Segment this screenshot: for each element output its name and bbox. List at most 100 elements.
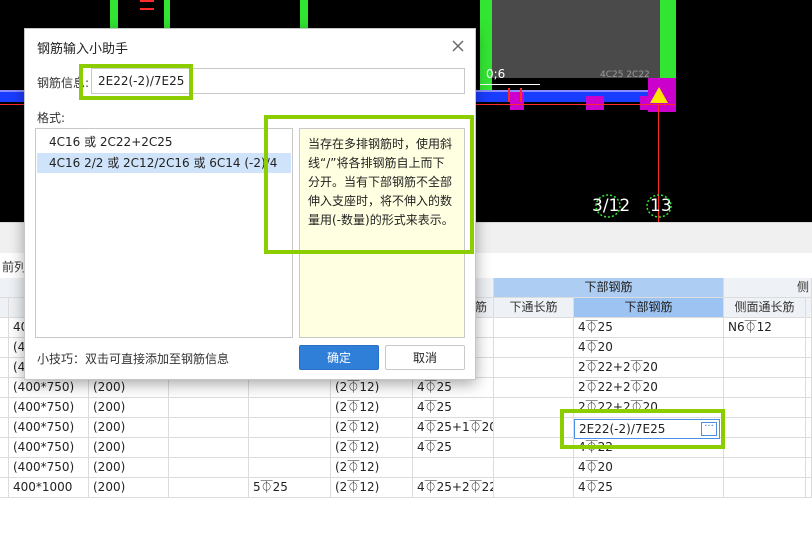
- table-cell[interactable]: (400*750): [9, 458, 89, 478]
- table-cell[interactable]: (400*750): [9, 438, 89, 458]
- table-cell[interactable]: [0, 358, 9, 378]
- close-icon[interactable]: [449, 37, 467, 55]
- table-cell[interactable]: [724, 398, 806, 418]
- table-cell[interactable]: [806, 338, 812, 358]
- table-cell[interactable]: (200): [89, 438, 169, 458]
- table-cell[interactable]: (200): [89, 398, 169, 418]
- table-cell[interactable]: [0, 418, 9, 438]
- table-cell[interactable]: (200): [89, 418, 169, 438]
- ok-button[interactable]: 确定: [299, 345, 379, 370]
- table-cell[interactable]: 4⏁20: [574, 458, 724, 478]
- table-cell[interactable]: [169, 438, 249, 458]
- table-cell[interactable]: N6⏁12: [724, 318, 806, 338]
- table-cell[interactable]: [724, 378, 806, 398]
- table-cell[interactable]: 4⏁25: [574, 318, 724, 338]
- table-cell[interactable]: [249, 398, 331, 418]
- table-cell[interactable]: (200): [89, 378, 169, 398]
- table-cell[interactable]: (2⏁12): [331, 418, 413, 438]
- cad-column-marks: [140, 0, 154, 10]
- table-cell[interactable]: [169, 418, 249, 438]
- format-item[interactable]: 4C16 或 2C22+2C25: [37, 132, 291, 152]
- table-cell[interactable]: (2⏁12): [331, 378, 413, 398]
- table-cell[interactable]: [169, 458, 249, 478]
- table-row[interactable]: (400*750) (200) (2⏁12) 4⏁20: [0, 458, 812, 478]
- table-cell[interactable]: 4⏁25: [413, 378, 494, 398]
- more-options-button[interactable]: ···: [701, 422, 717, 436]
- rebar-cell-editor-text[interactable]: 2E22(-2)/7E25: [579, 422, 665, 436]
- table-cell[interactable]: [494, 318, 574, 338]
- table-cell[interactable]: [806, 358, 812, 378]
- table-cell[interactable]: [0, 398, 9, 418]
- table-cell[interactable]: [806, 398, 812, 418]
- cad-support: [586, 96, 604, 110]
- table-cell[interactable]: 4⏁25: [413, 398, 494, 418]
- table-cell[interactable]: [494, 398, 574, 418]
- table-cell[interactable]: [494, 418, 574, 438]
- table-cell[interactable]: [249, 438, 331, 458]
- table-cell[interactable]: (200): [89, 458, 169, 478]
- table-cell[interactable]: [806, 418, 812, 438]
- table-cell[interactable]: (200): [89, 478, 169, 498]
- table-cell[interactable]: 4⏁25+2⏁22: [413, 478, 494, 498]
- table-cell[interactable]: 4⏁22: [574, 438, 724, 458]
- table-cell[interactable]: (2⏁12): [331, 478, 413, 498]
- rebar-info-input[interactable]: [91, 68, 465, 94]
- table-cell[interactable]: [169, 398, 249, 418]
- table-cell[interactable]: [724, 358, 806, 378]
- table-cell[interactable]: [806, 438, 812, 458]
- table-cell[interactable]: 4⏁20: [574, 338, 724, 358]
- table-cell[interactable]: (400*750): [9, 398, 89, 418]
- table-cell[interactable]: [494, 358, 574, 378]
- table-cell[interactable]: [494, 478, 574, 498]
- table-row[interactable]: 400*1000 (200) 5⏁25 (2⏁12) 4⏁25+2⏁22 4⏁2…: [0, 478, 812, 498]
- table-cell[interactable]: [494, 458, 574, 478]
- table-group-header-right: 侧: [724, 278, 812, 298]
- format-item-selected[interactable]: 4C16 2/2 或 2C12/2C16 或 6C14 (-2)/4: [37, 153, 291, 173]
- table-cell[interactable]: [0, 318, 9, 338]
- table-cell[interactable]: (2⏁12): [331, 438, 413, 458]
- cancel-button[interactable]: 取消: [385, 345, 465, 370]
- table-cell[interactable]: [494, 438, 574, 458]
- table-cell[interactable]: [0, 478, 9, 498]
- table-cell[interactable]: (2⏁12): [331, 398, 413, 418]
- table-cell[interactable]: 4⏁25+1⏁20: [413, 418, 494, 438]
- table-cell[interactable]: [724, 338, 806, 358]
- table-row[interactable]: (400*750) (200) (2⏁12) 4⏁25 2⏁22+2⏁20: [0, 378, 812, 398]
- table-cell[interactable]: [249, 378, 331, 398]
- table-cell[interactable]: [724, 438, 806, 458]
- table-cell[interactable]: [494, 378, 574, 398]
- table-cell[interactable]: [169, 478, 249, 498]
- rebar-cell-editor[interactable]: 2E22(-2)/7E25 ···: [574, 419, 720, 439]
- table-header-cell: 下通长筋: [494, 298, 574, 318]
- table-cell[interactable]: [0, 458, 9, 478]
- table-cell[interactable]: [806, 458, 812, 478]
- table-cell[interactable]: [0, 338, 9, 358]
- table-cell[interactable]: [0, 438, 9, 458]
- table-cell[interactable]: 4⏁25: [413, 438, 494, 458]
- table-cell[interactable]: [494, 338, 574, 358]
- table-cell[interactable]: [724, 418, 806, 438]
- table-cell[interactable]: [724, 458, 806, 478]
- table-cell[interactable]: (400*750): [9, 418, 89, 438]
- cad-wall: [492, 0, 660, 78]
- table-cell[interactable]: [413, 458, 494, 478]
- table-cell[interactable]: [0, 378, 9, 398]
- table-cell[interactable]: 400*1000: [9, 478, 89, 498]
- table-row[interactable]: (400*750) (200) (2⏁12) 4⏁25 4⏁22: [0, 438, 812, 458]
- table-cell[interactable]: N: [806, 478, 812, 498]
- table-cell[interactable]: 2⏁22+2⏁20: [574, 358, 724, 378]
- table-cell[interactable]: [249, 418, 331, 438]
- table-cell[interactable]: (400*750): [9, 378, 89, 398]
- table-cell[interactable]: 2⏁22+2⏁20: [574, 378, 724, 398]
- table-cell[interactable]: [806, 378, 812, 398]
- table-cell[interactable]: [249, 458, 331, 478]
- table-cell[interactable]: 5⏁25: [249, 478, 331, 498]
- format-list[interactable]: 4C16 或 2C22+2C25 4C16 2/2 或 2C12/2C16 或 …: [35, 128, 293, 338]
- table-row[interactable]: (400*750) (200) (2⏁12) 4⏁25 2⏁22+2⏁20: [0, 398, 812, 418]
- table-cell[interactable]: N: [806, 318, 812, 338]
- table-cell[interactable]: [724, 478, 806, 498]
- table-cell[interactable]: 2⏁22+2⏁20: [574, 398, 724, 418]
- table-cell[interactable]: (2⏁12): [331, 458, 413, 478]
- table-cell[interactable]: 4⏁25: [574, 478, 724, 498]
- table-cell[interactable]: [169, 378, 249, 398]
